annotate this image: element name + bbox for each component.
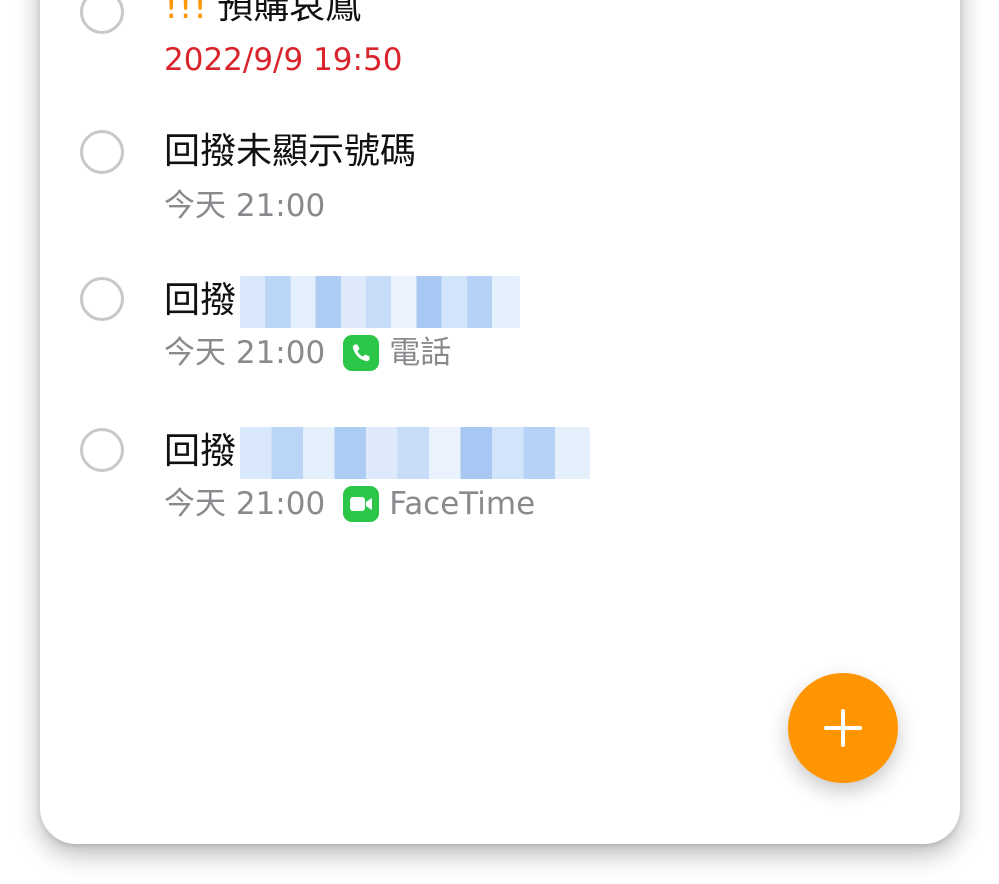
list-item[interactable]: 回撥 今天 21:00 FaceTime — [40, 422, 960, 562]
due-date-text: 今天 21:00 — [164, 335, 326, 371]
complete-checkbox[interactable] — [80, 130, 124, 174]
phone-app-icon[interactable] — [343, 335, 380, 371]
redacted-contact — [240, 276, 521, 328]
reminder-due-date: 今天 21:00 電話 — [164, 333, 451, 373]
list-item[interactable]: !!! 預購哀鳳 2022/9/9 19:50 — [40, 0, 960, 80]
app-label[interactable]: 電話 — [389, 333, 451, 373]
due-date-text: 今天 21:00 — [164, 486, 326, 522]
facetime-app-icon[interactable] — [343, 486, 380, 522]
complete-checkbox[interactable] — [80, 277, 124, 321]
reminder-due-date: 今天 21:00 FaceTime — [164, 484, 535, 524]
reminder-due-date: 今天 21:00 — [164, 186, 325, 226]
reminder-title: !!! 預購哀鳳 — [164, 0, 361, 29]
add-reminder-button[interactable] — [788, 673, 898, 783]
complete-checkbox[interactable] — [80, 428, 124, 472]
due-date-text: 2022/9/9 19:50 — [164, 42, 403, 78]
due-date-text: 今天 21:00 — [164, 188, 326, 224]
list-item[interactable]: 回撥 今天 21:00 電話 — [40, 270, 960, 410]
reminders-screen: !!! 預購哀鳳 2022/9/9 19:50 回撥未顯示號碼 今天 21:00 … — [0, 0, 999, 884]
app-label[interactable]: FaceTime — [389, 484, 535, 524]
reminder-title: 回撥未顯示號碼 — [164, 131, 417, 172]
reminder-due-date: 2022/9/9 19:50 — [164, 40, 402, 80]
redacted-contact — [240, 427, 591, 479]
reminder-title: 回撥 — [164, 276, 521, 328]
reminder-title-text: 回撥 — [164, 431, 237, 472]
reminder-title-text: 預購哀鳳 — [217, 0, 362, 27]
plus-icon-vertical — [841, 709, 845, 747]
priority-marker: !!! — [164, 0, 208, 27]
complete-checkbox[interactable] — [80, 0, 124, 34]
list-item[interactable]: 回撥未顯示號碼 今天 21:00 — [40, 122, 960, 262]
reminder-title-text: 回撥 — [164, 280, 237, 321]
reminder-title: 回撥 — [164, 427, 591, 479]
